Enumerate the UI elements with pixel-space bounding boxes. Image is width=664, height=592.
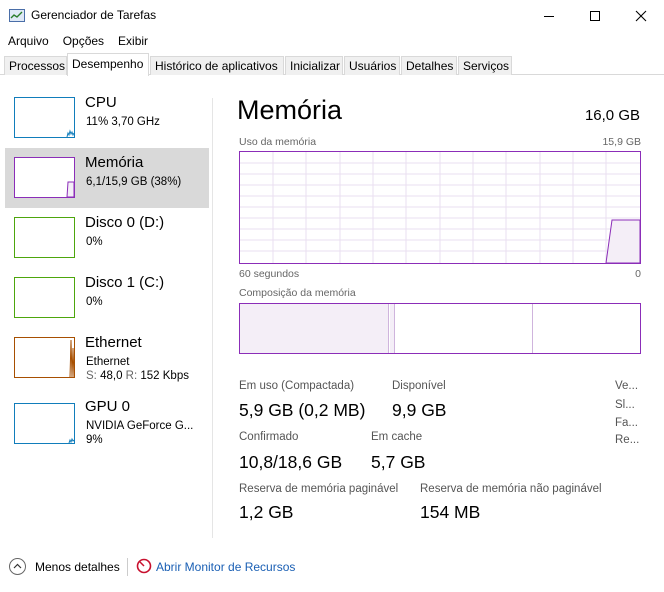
menu-arquivo[interactable]: Arquivo (0, 32, 53, 52)
cached-label: Em cache (371, 431, 423, 443)
title-bar: Gerenciador de Tarefas (0, 0, 664, 32)
tab-inicializar[interactable]: Inicializar (285, 56, 343, 75)
sidebar-item-label: Ethernet (85, 334, 142, 351)
in-use-value: 5,9 GB (0,2 MB) (239, 400, 366, 420)
close-button[interactable] (618, 0, 664, 32)
menu-exibir[interactable]: Exibir (110, 32, 152, 52)
disk-0-thumbnail (14, 217, 75, 258)
open-resource-monitor-link[interactable]: Abrir Monitor de Recursos (156, 560, 295, 574)
tab-detalhes[interactable]: Detalhes (401, 56, 457, 75)
composition-modified (390, 304, 395, 353)
tab-bar: Processos Desempenho Histórico de aplica… (0, 53, 664, 76)
composition-label: Composição da memória (239, 287, 356, 299)
sidebar-item-label: Memória (85, 154, 144, 171)
sidebar-item-disk-0[interactable]: Disco 0 (D:) 0% (5, 208, 209, 268)
cached-value: 5,7 GB (371, 452, 426, 472)
paged-pool-label: Reserva de memória paginável (239, 483, 399, 495)
ethernet-thumbnail (14, 337, 75, 378)
memory-composition-bar (239, 303, 641, 354)
panel-divider (212, 98, 213, 538)
footer: Menos detalhes Abrir Monitor de Recursos (0, 552, 664, 582)
committed-label: Confirmado (239, 431, 299, 443)
sidebar-item-label: CPU (85, 94, 117, 111)
sidebar-item-detail: Ethernet (86, 356, 130, 368)
window-title: Gerenciador de Tarefas (31, 8, 157, 22)
cpu-thumbnail (14, 97, 75, 138)
tab-usuarios[interactable]: Usuários (344, 56, 400, 75)
collapse-icon[interactable] (9, 558, 26, 575)
sidebar-item-throughput: S: 48,0 R: 152 Kbps (86, 370, 189, 382)
nonpaged-pool-label: Reserva de memória não paginável (420, 483, 602, 495)
committed-value: 10,8/18,6 GB (239, 452, 343, 472)
tab-servicos[interactable]: Serviços (458, 56, 512, 75)
minimize-button[interactable] (526, 0, 572, 32)
sidebar-item-detail: 6,1/15,9 GB (38%) (86, 176, 182, 188)
sidebar-item-detail: 0% (86, 296, 103, 308)
sidebar-item-utilization: 9% (86, 434, 103, 446)
close-icon (635, 10, 647, 22)
sidebar-item-detail: 11% 3,70 GHz (86, 116, 160, 128)
maximize-button[interactable] (572, 0, 618, 32)
menu-opcoes[interactable]: Opções (55, 32, 108, 52)
tab-processos[interactable]: Processos (4, 56, 67, 75)
minimize-icon (544, 16, 554, 17)
footer-separator (127, 558, 128, 576)
time-axis-end: 0 (635, 268, 641, 280)
usage-graph-label: Uso da memória (239, 136, 317, 148)
available-value: 9,9 GB (392, 400, 447, 420)
sidebar-item-gpu[interactable]: GPU 0 NVIDIA GeForce G... 9% (5, 394, 209, 454)
tab-historico[interactable]: Histórico de aplicativos (150, 56, 284, 75)
in-use-label: Em uso (Compactada) (239, 380, 355, 392)
resource-monitor-icon (136, 558, 152, 574)
total-memory: 16,0 GB (584, 107, 640, 124)
reserved-label: Re... (615, 434, 640, 446)
memory-thumbnail (14, 157, 75, 198)
slots-label: Sl... (615, 399, 635, 411)
sidebar-item-cpu[interactable]: CPU 11% 3,70 GHz (5, 88, 209, 148)
usage-graph-max: 15,9 GB (602, 136, 641, 148)
available-label: Disponível (392, 380, 446, 392)
form-factor-label: Fa... (615, 417, 639, 429)
sidebar-item-detail: 0% (86, 236, 103, 248)
time-axis-start: 60 segundos (239, 268, 300, 280)
usage-area (605, 219, 640, 263)
sidebar-item-ethernet[interactable]: Ethernet Ethernet S: 48,0 R: 152 Kbps (5, 328, 209, 388)
paged-pool-value: 1,2 GB (239, 502, 294, 522)
nonpaged-pool-value: 154 MB (420, 502, 481, 522)
speed-label: Ve... (615, 380, 639, 392)
less-details-button[interactable]: Menos detalhes (35, 560, 120, 574)
sidebar-item-memory[interactable]: Memória 6,1/15,9 GB (38%) (5, 148, 209, 208)
composition-in-use (240, 304, 389, 353)
sidebar-item-detail: NVIDIA GeForce G... (86, 420, 194, 432)
sidebar-item-label: Disco 1 (C:) (85, 274, 165, 291)
maximize-icon (590, 11, 600, 21)
sidebar-item-label: Disco 0 (D:) (85, 214, 165, 231)
gpu-thumbnail (14, 403, 75, 444)
sidebar-item-disk-1[interactable]: Disco 1 (C:) 0% (5, 268, 209, 328)
page-title: Memória (237, 95, 343, 125)
tab-desempenho[interactable]: Desempenho (67, 53, 149, 76)
resource-sidebar: CPU 11% 3,70 GHz Memória 6,1/15,9 GB (38… (0, 76, 212, 540)
menu-bar: Arquivo Opções Exibir (0, 32, 664, 52)
memory-usage-graph (239, 151, 641, 264)
composition-standby (396, 304, 533, 353)
disk-1-thumbnail (14, 277, 75, 318)
sidebar-item-label: GPU 0 (85, 398, 131, 415)
task-manager-icon (9, 9, 25, 22)
